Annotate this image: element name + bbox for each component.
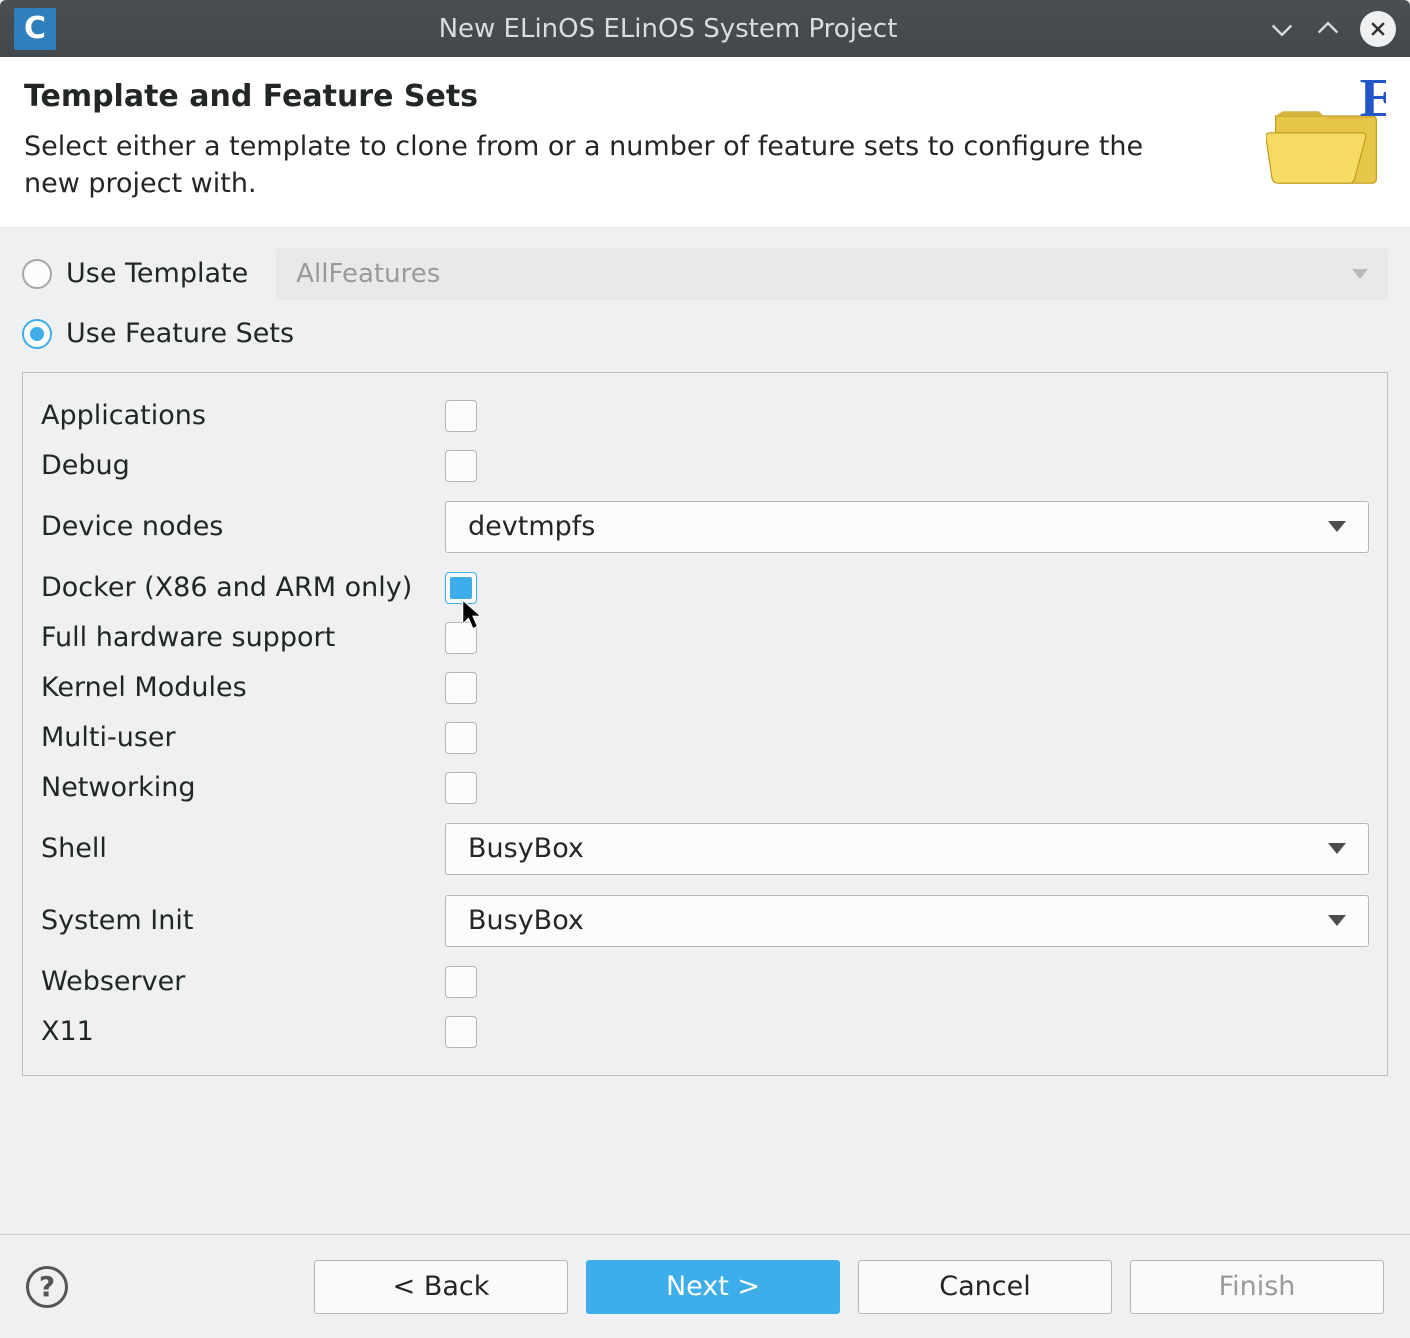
system-init-value: BusyBox: [468, 905, 584, 936]
template-combo: AllFeatures: [276, 248, 1388, 300]
webserver-checkbox[interactable]: [445, 966, 477, 998]
x11-label: X11: [41, 1016, 445, 1047]
svg-text:E: E: [1360, 79, 1386, 128]
maximize-icon[interactable]: [1314, 15, 1342, 43]
device-nodes-value: devtmpfs: [468, 511, 595, 542]
multi-user-label: Multi-user: [41, 722, 445, 753]
kernel-modules-label: Kernel Modules: [41, 672, 445, 703]
shell-value: BusyBox: [468, 833, 584, 864]
system-init-label: System Init: [41, 905, 445, 936]
shell-label: Shell: [41, 833, 445, 864]
device-nodes-combo[interactable]: devtmpfs: [445, 501, 1369, 553]
full-hardware-support-checkbox[interactable]: [445, 622, 477, 654]
app-icon: C: [14, 8, 56, 50]
docker-label: Docker (X86 and ARM only): [41, 572, 445, 603]
page-title: Template and Feature Sets: [24, 79, 1258, 114]
debug-label: Debug: [41, 450, 445, 481]
minimize-icon[interactable]: [1268, 15, 1296, 43]
networking-checkbox[interactable]: [445, 772, 477, 804]
folder-e-icon: E: [1266, 79, 1386, 189]
debug-checkbox[interactable]: [445, 450, 477, 482]
wizard-footer: ? < Back Next > Cancel Finish: [0, 1234, 1410, 1338]
page-description: Select either a template to clone from o…: [24, 128, 1184, 203]
multi-user-checkbox[interactable]: [445, 722, 477, 754]
next-button[interactable]: Next >: [586, 1260, 840, 1314]
applications-checkbox[interactable]: [445, 400, 477, 432]
finish-button: Finish: [1130, 1260, 1384, 1314]
wizard-window: C New ELinOS ELinOS System Project Templ…: [0, 0, 1410, 1338]
feature-sets-group: Applications Debug Device nodes devtmpfs…: [22, 372, 1388, 1076]
x11-checkbox[interactable]: [445, 1016, 477, 1048]
chevron-down-icon: [1328, 521, 1346, 532]
chevron-down-icon: [1328, 915, 1346, 926]
chevron-down-icon: [1328, 843, 1346, 854]
networking-label: Networking: [41, 772, 445, 803]
device-nodes-label: Device nodes: [41, 511, 445, 542]
use-template-radio[interactable]: [22, 259, 52, 289]
template-combo-value: AllFeatures: [296, 259, 440, 289]
kernel-modules-checkbox[interactable]: [445, 672, 477, 704]
use-feature-sets-label: Use Feature Sets: [66, 318, 294, 349]
full-hardware-support-label: Full hardware support: [41, 622, 445, 653]
close-icon[interactable]: [1360, 11, 1396, 47]
wizard-banner: Template and Feature Sets Select either …: [0, 57, 1410, 228]
titlebar: C New ELinOS ELinOS System Project: [0, 0, 1410, 57]
applications-label: Applications: [41, 400, 445, 431]
shell-combo[interactable]: BusyBox: [445, 823, 1369, 875]
window-title: New ELinOS ELinOS System Project: [68, 14, 1268, 44]
chevron-down-icon: [1352, 269, 1368, 279]
docker-checkbox[interactable]: [445, 572, 477, 604]
use-feature-sets-radio[interactable]: [22, 319, 52, 349]
help-icon[interactable]: ?: [26, 1266, 68, 1308]
use-template-label: Use Template: [66, 258, 248, 289]
system-init-combo[interactable]: BusyBox: [445, 895, 1369, 947]
back-button[interactable]: < Back: [314, 1260, 568, 1314]
cancel-button[interactable]: Cancel: [858, 1260, 1112, 1314]
webserver-label: Webserver: [41, 966, 445, 997]
